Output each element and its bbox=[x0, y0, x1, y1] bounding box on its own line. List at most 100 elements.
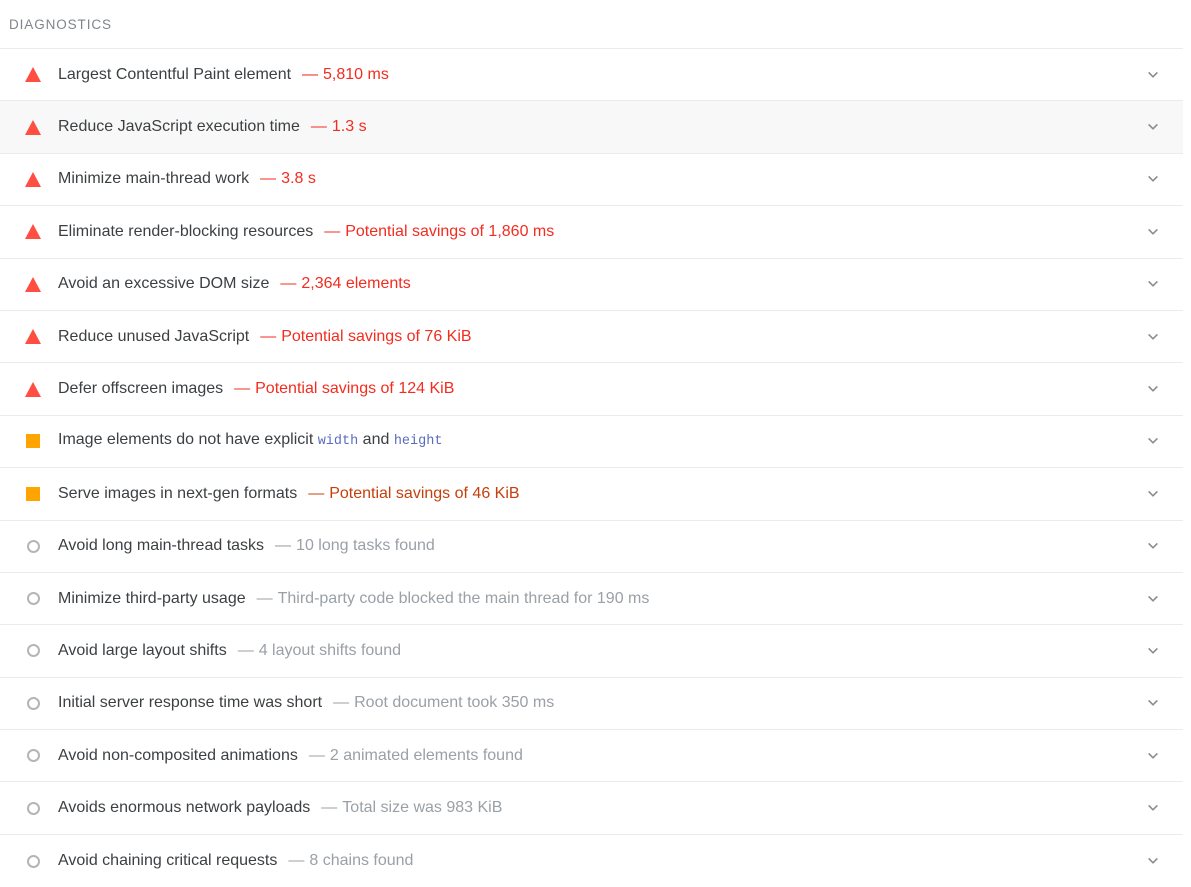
audit-text: Defer offscreen images — Potential savings… bbox=[58, 378, 1123, 400]
expand-toggle[interactable] bbox=[1123, 678, 1183, 729]
value-text: Third-party code blocked the main thread… bbox=[277, 589, 650, 607]
title-text: Reduce unused JavaScript bbox=[58, 327, 250, 345]
audit-row[interactable]: Initial server response time was short — R… bbox=[0, 677, 1183, 731]
expand-toggle[interactable] bbox=[1123, 206, 1183, 257]
audit-value: —1.3 s bbox=[311, 116, 367, 138]
value-text: Total size was 983 KiB bbox=[342, 799, 503, 817]
audit-value: —2 animated elements found bbox=[309, 745, 523, 767]
value-text: 3.8 s bbox=[281, 170, 316, 188]
chevron-down-icon bbox=[1146, 696, 1160, 710]
audit-row[interactable]: Eliminate render-blocking resources — Pote… bbox=[0, 206, 1183, 259]
title-text: Image elements do not have explicit bbox=[58, 431, 318, 449]
expand-toggle[interactable] bbox=[1123, 782, 1183, 833]
audit-title: Avoid non-composited animations bbox=[58, 745, 298, 767]
title-text: Defer offscreen images bbox=[58, 380, 224, 398]
audit-title: Eliminate render-blocking resources bbox=[58, 221, 313, 243]
value-text: 8 chains found bbox=[309, 852, 414, 870]
value-dash: — bbox=[310, 118, 327, 136]
audit-value: —2,364 elements bbox=[280, 273, 410, 295]
value-dash: — bbox=[333, 694, 350, 712]
value-dash: — bbox=[308, 746, 325, 764]
audit-row[interactable]: Avoid chaining critical requests —8 chain… bbox=[0, 834, 1183, 887]
audit-value: — Potential savings of 76 KiB bbox=[260, 326, 471, 348]
chevron-down-icon bbox=[1146, 330, 1160, 344]
audit-row[interactable]: Reduce unused JavaScript — Potential savin… bbox=[0, 310, 1183, 364]
audit-title: Defer offscreen images bbox=[58, 378, 223, 400]
chevron-down-icon bbox=[1146, 539, 1160, 553]
value-dash: — bbox=[302, 65, 319, 83]
pass-circle-icon bbox=[24, 590, 42, 608]
audit-title: Image elements do not have explicit widt… bbox=[58, 429, 442, 453]
title-text: Eliminate render-blocking resources bbox=[58, 222, 314, 240]
inline-code: width bbox=[317, 434, 359, 450]
section-header: DIAGNOSTICS bbox=[0, 0, 1191, 48]
expand-toggle[interactable] bbox=[1123, 101, 1183, 152]
value-text: Potential savings of 124 KiB bbox=[255, 380, 455, 398]
audit-row[interactable]: Avoid an excessive DOM size —2,364 elemen… bbox=[0, 258, 1183, 311]
audit-value: — Root document took 350 ms bbox=[333, 692, 554, 714]
audit-title: Avoids enormous network payloads bbox=[58, 797, 310, 819]
chevron-down-icon bbox=[1146, 644, 1160, 658]
audit-title: Serve images in next-gen formats bbox=[58, 483, 297, 505]
audit-text: Avoid an excessive DOM size —2,364 elemen… bbox=[58, 273, 1123, 295]
expand-toggle[interactable] bbox=[1123, 311, 1183, 362]
audit-text: Largest Contentful Paint element —5,810 m… bbox=[58, 64, 1123, 86]
title-text: Serve images in next-gen formats bbox=[58, 484, 298, 502]
audit-row[interactable]: Minimize main-thread work —3.8 s bbox=[0, 153, 1183, 207]
audit-row[interactable]: Reduce JavaScript execution time —1.3 s bbox=[0, 101, 1183, 154]
expand-toggle[interactable] bbox=[1123, 625, 1183, 676]
audit-text: Avoids enormous network payloads — Total s… bbox=[58, 797, 1123, 819]
expand-toggle[interactable] bbox=[1123, 49, 1183, 100]
pass-circle-icon bbox=[24, 642, 42, 660]
audit-value: —4 layout shifts found bbox=[238, 640, 401, 662]
audit-row[interactable]: Serve images in next-gen formats — Potenti… bbox=[0, 468, 1183, 521]
chevron-down-icon bbox=[1146, 487, 1160, 501]
value-dash: — bbox=[308, 484, 325, 502]
value-text: 5,810 ms bbox=[323, 65, 389, 83]
audit-row[interactable]: Defer offscreen images — Potential savings… bbox=[0, 363, 1183, 416]
expand-toggle[interactable] bbox=[1123, 259, 1183, 310]
audit-row[interactable]: Largest Contentful Paint element —5,810 m… bbox=[0, 49, 1183, 102]
audit-row[interactable]: Image elements do not have explicit widt… bbox=[0, 415, 1183, 469]
chevron-down-icon bbox=[1146, 120, 1160, 134]
audit-value: —8 chains found bbox=[288, 850, 413, 872]
chevron-down-icon bbox=[1146, 277, 1160, 291]
audit-title: Minimize third-party usage bbox=[58, 588, 246, 610]
audit-text: Initial server response time was short — R… bbox=[58, 692, 1123, 714]
expand-toggle[interactable] bbox=[1123, 154, 1183, 205]
fail-triangle-icon bbox=[24, 170, 42, 188]
expand-toggle[interactable] bbox=[1123, 416, 1183, 467]
expand-toggle[interactable] bbox=[1123, 468, 1183, 519]
value-text: 2,364 elements bbox=[301, 275, 411, 293]
title-text: Reduce JavaScript execution time bbox=[58, 118, 300, 136]
audit-row[interactable]: Avoid long main-thread tasks —10 long tas… bbox=[0, 520, 1183, 573]
audit-text: Avoid non-composited animations —2 animat… bbox=[58, 745, 1123, 767]
expand-toggle[interactable] bbox=[1123, 521, 1183, 572]
title-text: Minimize main-thread work bbox=[58, 170, 250, 188]
fail-triangle-icon bbox=[24, 275, 42, 293]
value-dash: — bbox=[324, 222, 341, 240]
audit-title: Avoid long main-thread tasks bbox=[58, 535, 264, 557]
audit-row[interactable]: Minimize third-party usage — Third-party c… bbox=[0, 572, 1183, 626]
audit-value: — Third-party code blocked the main threa… bbox=[257, 588, 650, 610]
value-text: Potential savings of 1,860 ms bbox=[345, 222, 555, 240]
audit-title: Largest Contentful Paint element bbox=[58, 64, 291, 86]
audit-row[interactable]: Avoid large layout shifts —4 layout shift… bbox=[0, 625, 1183, 678]
chevron-down-icon bbox=[1146, 592, 1160, 606]
value-dash: — bbox=[275, 537, 292, 555]
title-text: Avoid non-composited animations bbox=[58, 746, 298, 764]
audit-row[interactable]: Avoid non-composited animations —2 animat… bbox=[0, 730, 1183, 783]
fail-triangle-icon bbox=[24, 380, 42, 398]
expand-toggle[interactable] bbox=[1123, 363, 1183, 414]
chevron-down-icon bbox=[1146, 749, 1160, 763]
audit-value: — Potential savings of 124 KiB bbox=[234, 378, 454, 400]
value-dash: — bbox=[234, 380, 251, 398]
audit-row[interactable]: Avoids enormous network payloads — Total s… bbox=[0, 782, 1183, 835]
title-text: Avoids enormous network payloads bbox=[58, 799, 311, 817]
expand-toggle[interactable] bbox=[1123, 835, 1183, 887]
expand-toggle[interactable] bbox=[1123, 573, 1183, 624]
audit-title: Minimize main-thread work bbox=[58, 168, 249, 190]
title-text: Avoid an excessive DOM size bbox=[58, 275, 270, 293]
expand-toggle[interactable] bbox=[1123, 730, 1183, 781]
audit-title: Reduce JavaScript execution time bbox=[58, 116, 300, 138]
